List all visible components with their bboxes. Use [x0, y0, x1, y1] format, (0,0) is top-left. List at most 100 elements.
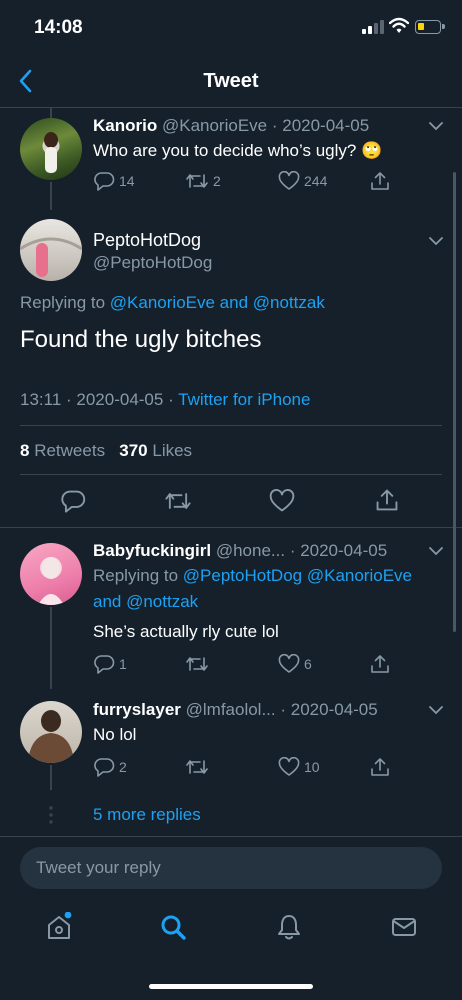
like-button[interactable] — [269, 489, 295, 513]
more-dots-icon — [49, 806, 53, 824]
home-icon[interactable] — [44, 912, 74, 942]
chevron-down-icon[interactable] — [428, 236, 444, 246]
retweet-count: 2 — [213, 173, 221, 189]
more-replies-link[interactable]: 5 more replies — [93, 805, 201, 825]
tweet-stats: 8 Retweets 370 Likes — [20, 441, 192, 461]
divider — [0, 836, 462, 837]
share-icon — [371, 758, 389, 776]
author-name[interactable]: Babyfuckingirl — [93, 541, 211, 560]
replying-to: Replying to @KanorioEve and @nottzak — [20, 293, 325, 313]
tweet-text: She’s actually rly cute lol — [93, 622, 279, 641]
author-name[interactable]: Kanorio — [93, 116, 157, 135]
share-icon — [376, 489, 398, 511]
share-button[interactable] — [369, 756, 391, 778]
home-indicator[interactable] — [149, 984, 313, 989]
tweet-date: · 2020-04-05 — [289, 541, 388, 560]
divider — [20, 474, 442, 475]
share-icon — [371, 172, 389, 190]
author-name[interactable]: furryslayer — [93, 700, 181, 719]
share-button[interactable] — [374, 487, 400, 513]
heart-icon — [278, 171, 300, 190]
author-handle[interactable]: @KanorioEve — [162, 116, 267, 135]
like-label: Likes — [152, 441, 193, 460]
retweets-stat[interactable]: 8 Retweets — [20, 441, 105, 460]
tweet-date: · 2020-04-05 — [271, 116, 370, 135]
author-handle[interactable]: @PeptoHotDog — [93, 253, 212, 273]
reply-count: 1 — [119, 656, 127, 672]
avatar[interactable] — [20, 118, 82, 180]
bell-icon[interactable] — [274, 912, 304, 942]
avatar[interactable] — [20, 543, 82, 605]
chevron-down-icon[interactable] — [428, 546, 444, 556]
heart-icon — [269, 489, 295, 512]
reply-button[interactable]: 2 — [93, 757, 127, 777]
author-handle[interactable]: @lmfaolol... — [186, 700, 276, 719]
retweet-label: Retweets — [34, 441, 106, 460]
retweet-button[interactable]: 2 — [185, 171, 221, 191]
like-total: 370 — [119, 441, 148, 460]
retweet-button[interactable] — [185, 757, 209, 777]
replying-to-users[interactable]: @KanorioEve and @nottzak — [110, 293, 325, 312]
tweet-text: Found the ugly bitches — [20, 326, 262, 353]
comment-icon — [61, 490, 86, 513]
reply-button[interactable] — [60, 489, 86, 513]
tweet-time: 13:11 · 2020-04-05 · — [20, 390, 174, 409]
like-count: 10 — [304, 759, 320, 775]
scrollbar[interactable] — [453, 172, 456, 632]
reply-input[interactable]: Tweet your reply — [20, 847, 442, 889]
search-icon[interactable] — [158, 912, 188, 942]
reply-count: 2 — [119, 759, 127, 775]
replying-to: Replying to @PeptoHotDog @KanorioEve — [93, 566, 412, 586]
tweet-source[interactable]: Twitter for iPhone — [178, 390, 310, 409]
like-count: 6 — [304, 656, 312, 672]
status-bar: 14:08 — [0, 0, 462, 56]
replying-to-users[interactable]: and @nottzak — [93, 592, 198, 612]
reply-placeholder: Tweet your reply — [36, 858, 161, 877]
avatar[interactable] — [20, 701, 82, 763]
reply-button[interactable]: 14 — [93, 171, 135, 191]
page-title: Tweet — [203, 70, 259, 92]
author-name[interactable]: PeptoHotDog — [93, 230, 201, 251]
comment-icon — [94, 172, 115, 191]
likes-stat[interactable]: 370 Likes — [119, 441, 192, 460]
comment-icon — [94, 655, 115, 674]
reply-button[interactable]: 1 — [93, 654, 127, 674]
tweet-timestamp: 13:11 · 2020-04-05 · Twitter for iPhone — [20, 390, 310, 410]
nav-bar: Tweet — [0, 56, 462, 108]
divider — [0, 527, 462, 528]
reply-count: 14 — [119, 173, 135, 189]
tweet-text: Who are you to decide who’s ugly? 🙄 — [93, 141, 383, 160]
divider — [20, 425, 442, 426]
share-button[interactable] — [369, 170, 391, 192]
replying-to-users[interactable]: @PeptoHotDog @KanorioEve — [183, 566, 412, 585]
share-button[interactable] — [369, 653, 391, 675]
heart-icon — [278, 757, 300, 776]
thread-line — [50, 765, 52, 790]
tweet-date: · 2020-04-05 — [280, 700, 378, 719]
chevron-down-icon[interactable] — [428, 121, 444, 131]
retweet-total: 8 — [20, 441, 30, 460]
retweet-icon — [165, 493, 191, 509]
mail-icon[interactable] — [389, 912, 419, 942]
thread-line — [50, 182, 52, 210]
status-time: 14:08 — [34, 17, 83, 38]
replying-to-label: Replying to — [20, 293, 106, 312]
signal-icon — [362, 20, 384, 34]
retweet-button[interactable] — [185, 654, 209, 674]
heart-icon — [278, 654, 300, 673]
replying-to-label: Replying to — [93, 566, 179, 585]
retweet-icon — [186, 657, 208, 671]
tweet-text: No lol — [93, 725, 137, 744]
like-button[interactable]: 10 — [278, 757, 320, 777]
avatar[interactable] — [20, 219, 82, 281]
like-button[interactable]: 6 — [278, 654, 312, 674]
like-count: 244 — [304, 173, 328, 189]
thread-line — [50, 108, 52, 118]
retweet-button[interactable] — [164, 489, 192, 513]
like-button[interactable]: 244 — [278, 171, 327, 191]
chevron-down-icon[interactable] — [428, 705, 444, 715]
author-handle[interactable]: @hone... — [216, 541, 285, 560]
share-icon — [371, 655, 389, 673]
comment-icon — [94, 758, 115, 777]
thread-line — [50, 607, 52, 689]
